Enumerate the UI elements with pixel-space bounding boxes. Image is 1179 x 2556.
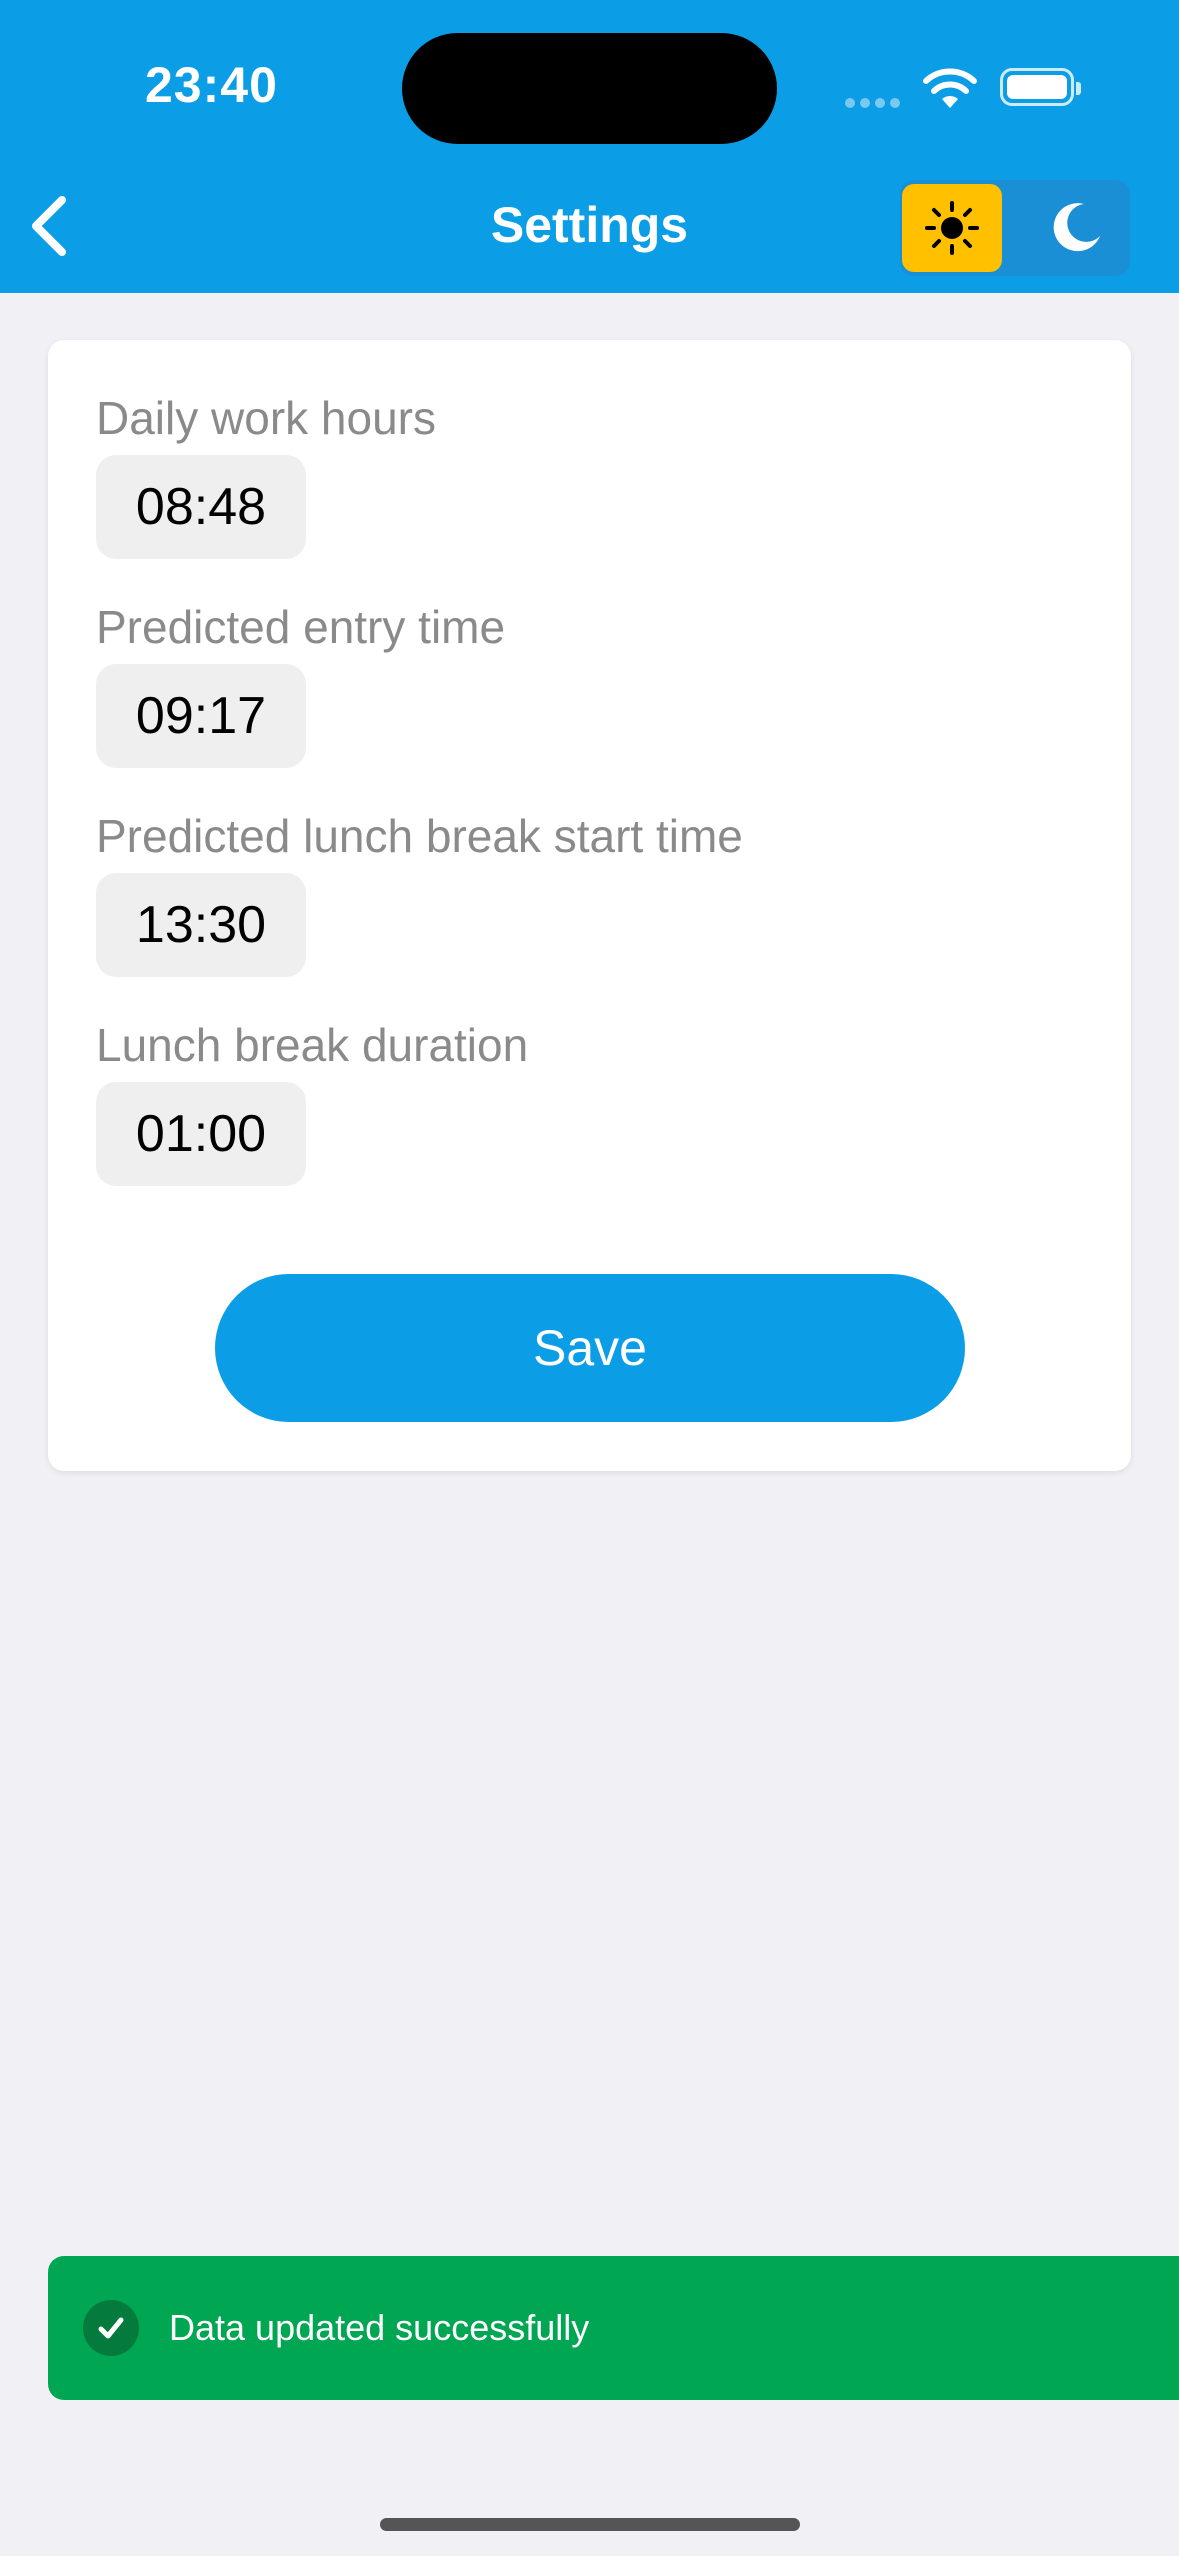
field-label: Lunch break duration	[96, 1019, 529, 1071]
lunch-break-duration-input[interactable]: 01:00	[96, 1082, 306, 1186]
light-theme-button[interactable]	[902, 184, 1002, 272]
dark-theme-button[interactable]	[1026, 184, 1126, 272]
lunch-break-start-field: Predicted lunch break start time 13:30	[96, 813, 743, 977]
success-toast: Data updated successfully	[48, 2256, 1179, 2400]
daily-work-hours-input[interactable]: 08:48	[96, 455, 306, 559]
moon-icon	[1053, 203, 1100, 252]
save-button[interactable]: Save	[215, 1274, 965, 1422]
checkmark-icon	[83, 2300, 139, 2356]
daily-work-hours-field: Daily work hours 08:48	[96, 395, 436, 559]
cellular-signal-icon	[845, 95, 905, 113]
toast-message: Data updated successfully	[169, 2307, 590, 2348]
theme-toggle	[900, 180, 1130, 276]
settings-card: Daily work hours 08:48 Predicted entry t…	[48, 340, 1131, 1471]
field-label: Predicted lunch break start time	[96, 810, 743, 862]
sun-icon	[925, 201, 979, 255]
lunch-break-duration-field: Lunch break duration 01:00	[96, 1022, 528, 1186]
status-time: 23:40	[145, 57, 278, 113]
nav-header: 23:40 Settings	[0, 0, 1179, 293]
battery-icon	[1000, 68, 1081, 106]
dynamic-island	[402, 33, 777, 144]
lunch-break-start-input[interactable]: 13:30	[96, 873, 306, 977]
predicted-entry-time-field: Predicted entry time 09:17	[96, 604, 505, 768]
wifi-icon	[922, 66, 978, 115]
field-label: Predicted entry time	[96, 601, 506, 653]
predicted-entry-time-input[interactable]: 09:17	[96, 664, 306, 768]
field-label: Daily work hours	[96, 392, 436, 444]
home-indicator[interactable]	[380, 2518, 800, 2531]
